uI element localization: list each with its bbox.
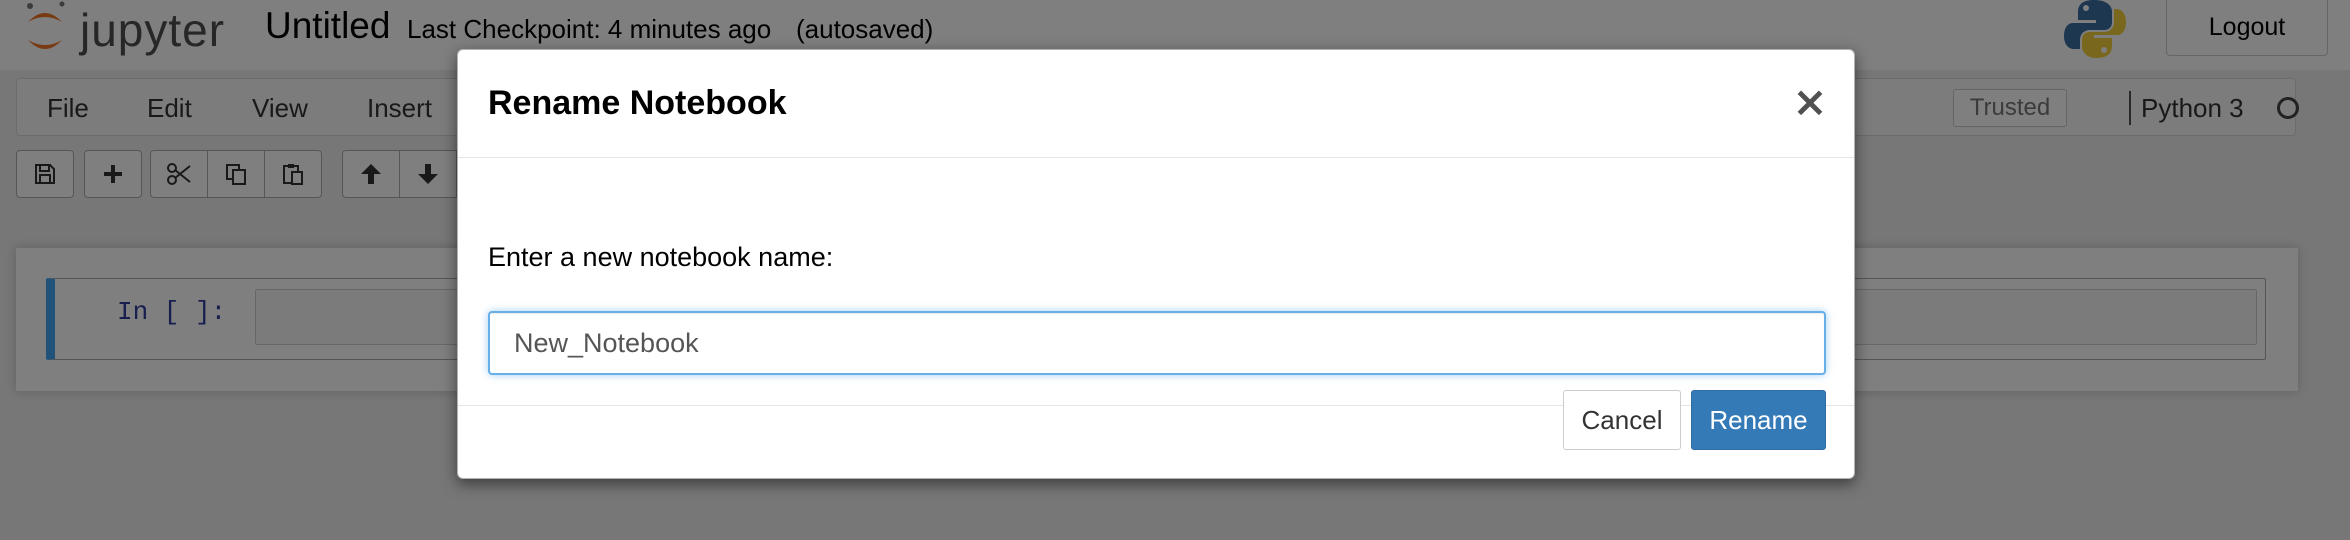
dialog-header: Rename Notebook × — [458, 50, 1854, 158]
cancel-button[interactable]: Cancel — [1563, 390, 1681, 450]
rename-button[interactable]: Rename — [1691, 390, 1826, 450]
notebook-name-input[interactable] — [488, 311, 1826, 375]
dialog-body: Enter a new notebook name: — [458, 158, 1854, 406]
dialog-title: Rename Notebook — [488, 84, 787, 122]
rename-notebook-dialog: Rename Notebook × Enter a new notebook n… — [457, 49, 1855, 479]
notebook-name-label: Enter a new notebook name: — [488, 242, 834, 272]
close-icon[interactable]: × — [1788, 74, 1832, 128]
